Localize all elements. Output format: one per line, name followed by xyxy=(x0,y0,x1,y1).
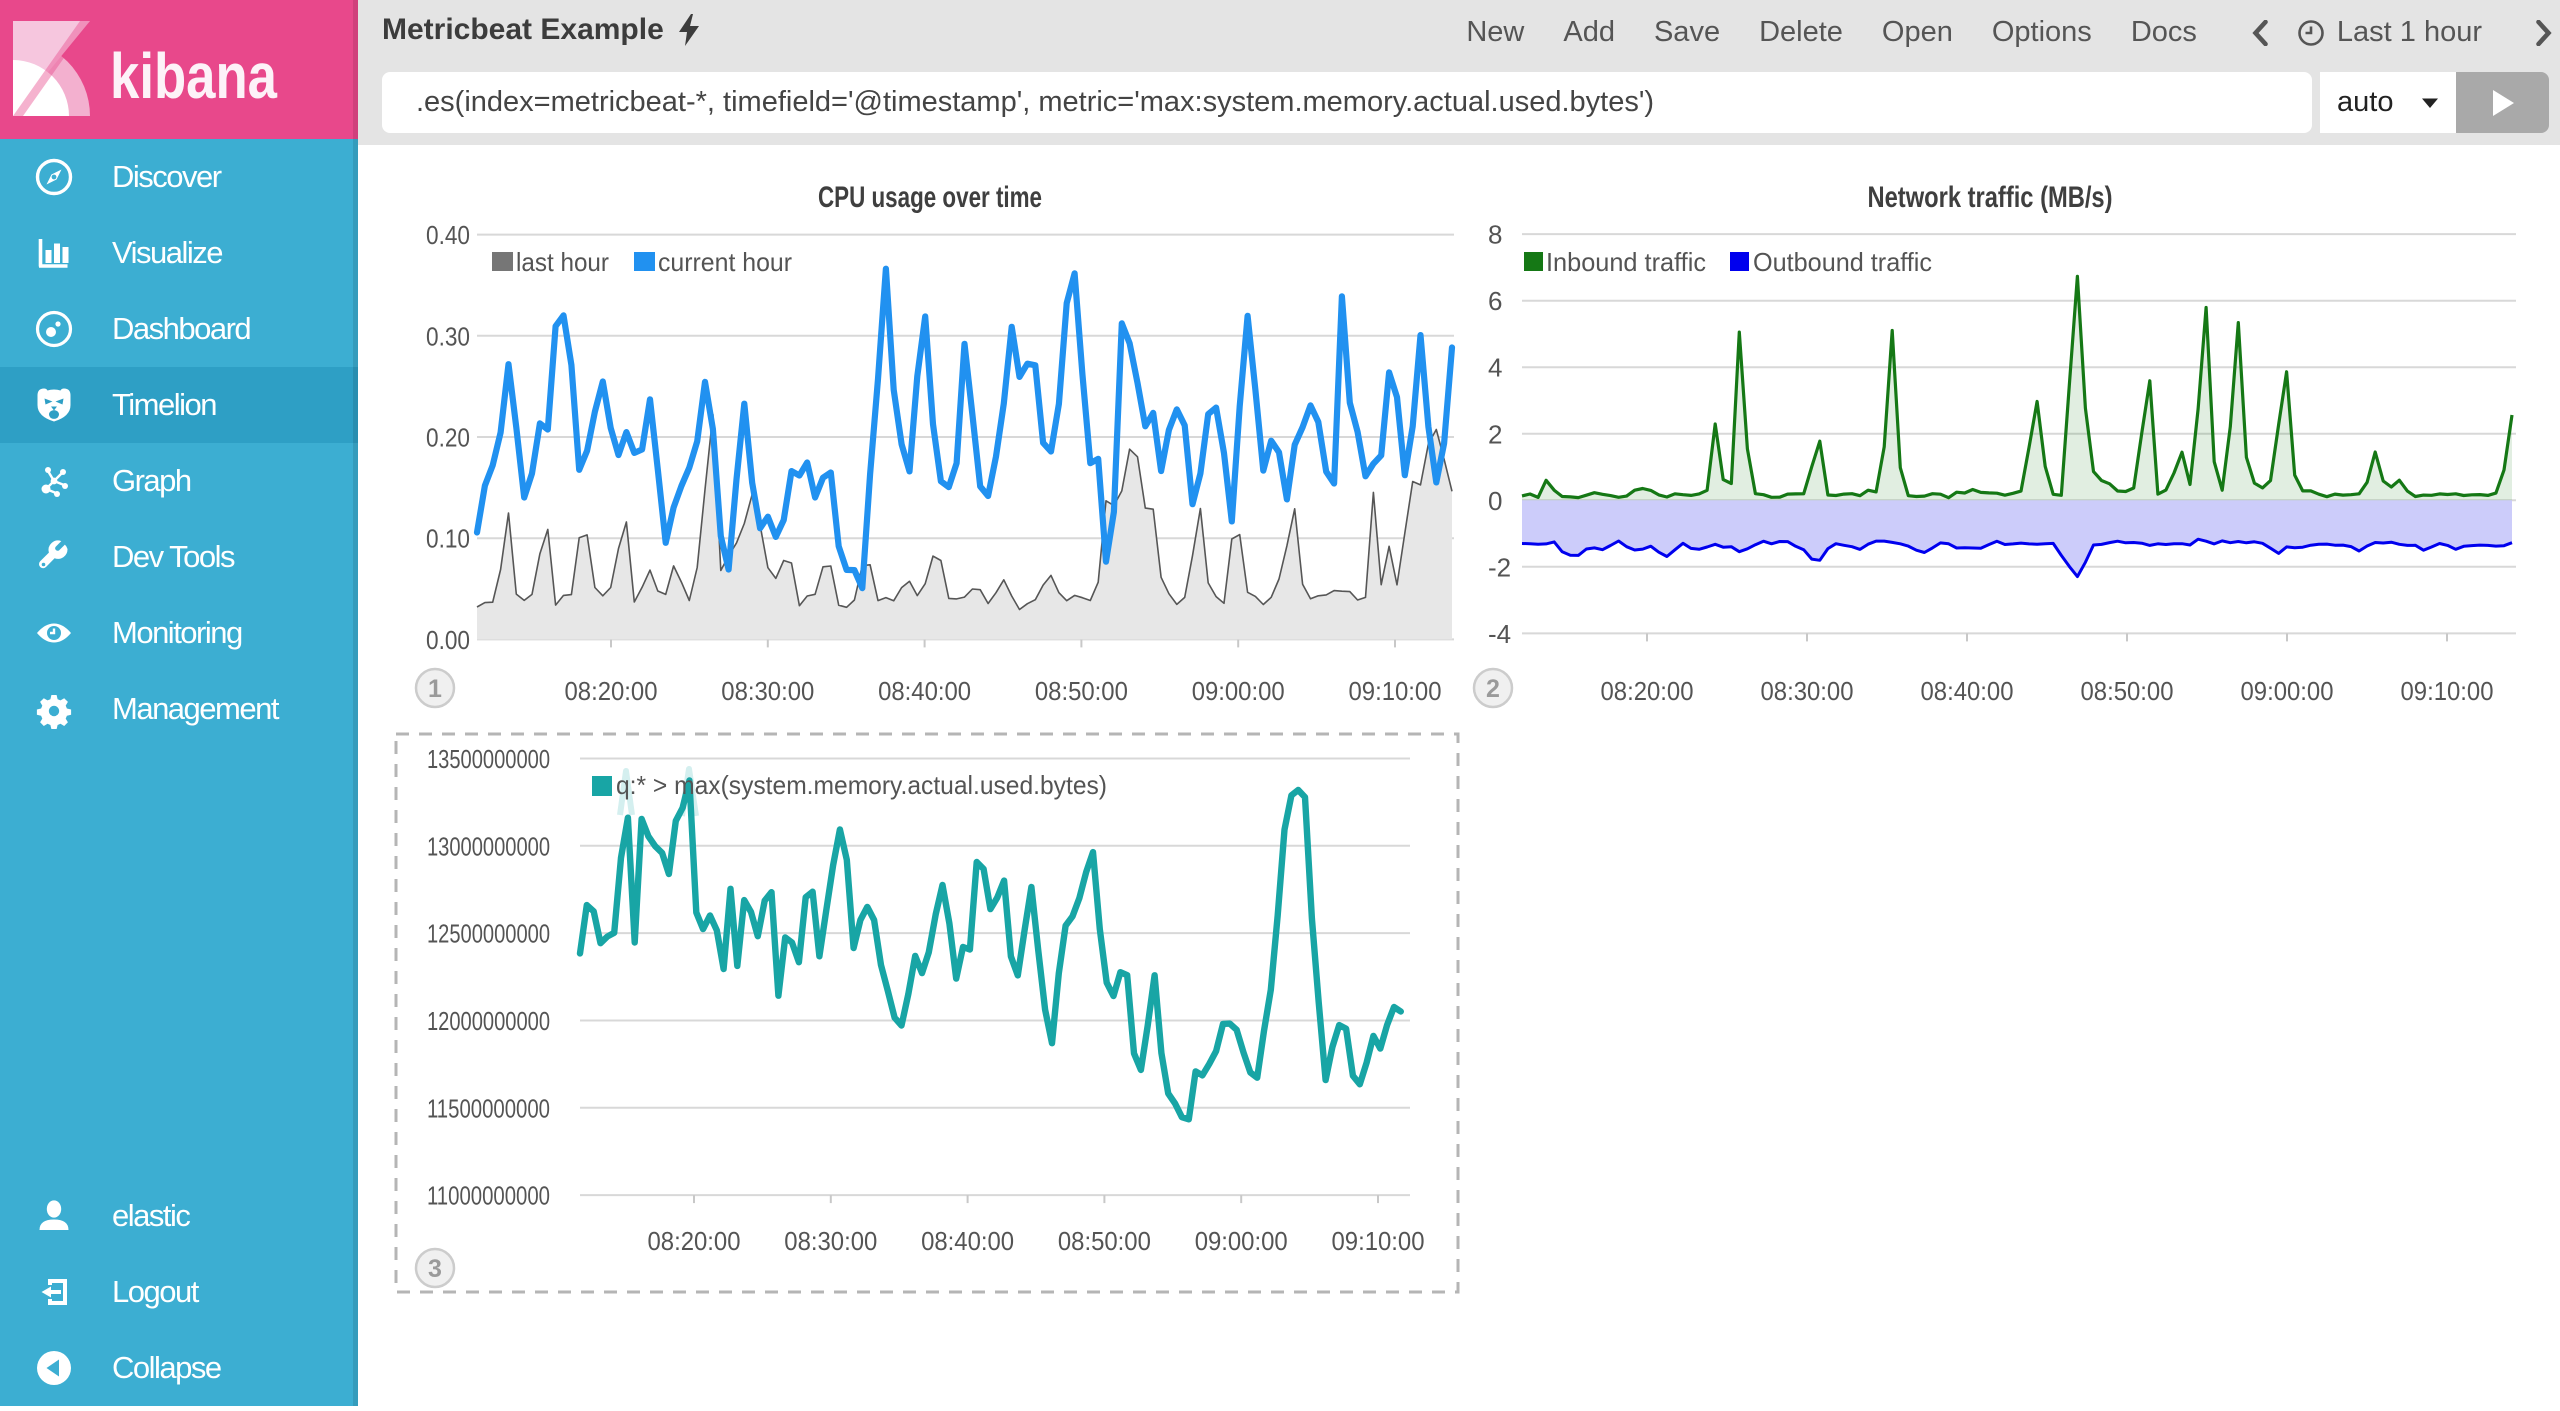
svg-text:08:40:00: 08:40:00 xyxy=(878,676,971,706)
svg-text:3: 3 xyxy=(428,1255,442,1283)
svg-text:2: 2 xyxy=(1488,419,1502,449)
svg-text:1: 1 xyxy=(428,675,442,703)
svg-text:08:50:00: 08:50:00 xyxy=(2081,676,2174,706)
svg-text:08:40:00: 08:40:00 xyxy=(921,1226,1014,1256)
svg-text:08:30:00: 08:30:00 xyxy=(1761,676,1854,706)
svg-text:Inbound traffic: Inbound traffic xyxy=(1546,247,1706,277)
svg-text:08:50:00: 08:50:00 xyxy=(1035,676,1128,706)
svg-text:08:20:00: 08:20:00 xyxy=(565,676,658,706)
svg-text:11500000000: 11500000000 xyxy=(427,1093,550,1123)
svg-text:last hour: last hour xyxy=(516,247,609,277)
svg-text:09:00:00: 09:00:00 xyxy=(2241,676,2334,706)
svg-text:0.20: 0.20 xyxy=(426,423,470,453)
svg-text:0.10: 0.10 xyxy=(426,524,470,554)
svg-text:-4: -4 xyxy=(1488,619,1511,649)
svg-text:08:20:00: 08:20:00 xyxy=(1601,676,1694,706)
svg-text:08:30:00: 08:30:00 xyxy=(784,1226,877,1256)
svg-text:2: 2 xyxy=(1486,675,1500,703)
svg-text:Outbound traffic: Outbound traffic xyxy=(1753,247,1932,277)
svg-text:current hour: current hour xyxy=(658,247,792,277)
svg-text:12000000000: 12000000000 xyxy=(427,1006,550,1036)
svg-text:08:50:00: 08:50:00 xyxy=(1058,1226,1151,1256)
svg-text:Network traffic (MB/s): Network traffic (MB/s) xyxy=(1868,181,2113,214)
svg-text:09:10:00: 09:10:00 xyxy=(1332,1226,1425,1256)
svg-text:4: 4 xyxy=(1488,353,1502,383)
svg-text:09:00:00: 09:00:00 xyxy=(1192,676,1285,706)
svg-text:08:20:00: 08:20:00 xyxy=(648,1226,741,1256)
svg-text:8: 8 xyxy=(1488,220,1502,250)
svg-text:13500000000: 13500000000 xyxy=(427,744,550,774)
svg-text:08:40:00: 08:40:00 xyxy=(1921,676,2014,706)
svg-text:6: 6 xyxy=(1488,286,1502,316)
svg-text:-2: -2 xyxy=(1488,552,1511,582)
svg-text:09:10:00: 09:10:00 xyxy=(1349,676,1442,706)
svg-text:CPU usage over time: CPU usage over time xyxy=(818,181,1042,214)
svg-text:0: 0 xyxy=(1488,486,1502,516)
svg-text:12500000000: 12500000000 xyxy=(427,919,550,949)
svg-text:09:10:00: 09:10:00 xyxy=(2401,676,2494,706)
svg-text:kibana: kibana xyxy=(110,40,277,112)
svg-text:0.30: 0.30 xyxy=(426,321,470,351)
svg-text:0.00: 0.00 xyxy=(426,625,470,655)
svg-text:08:30:00: 08:30:00 xyxy=(721,676,814,706)
svg-text:0.40: 0.40 xyxy=(426,220,470,250)
svg-text:q:* > max(system.memory.actual: q:* > max(system.memory.actual.used.byte… xyxy=(616,770,1107,800)
svg-text:11000000000: 11000000000 xyxy=(427,1181,550,1211)
svg-text:09:00:00: 09:00:00 xyxy=(1195,1226,1288,1256)
svg-text:13000000000: 13000000000 xyxy=(427,831,550,861)
